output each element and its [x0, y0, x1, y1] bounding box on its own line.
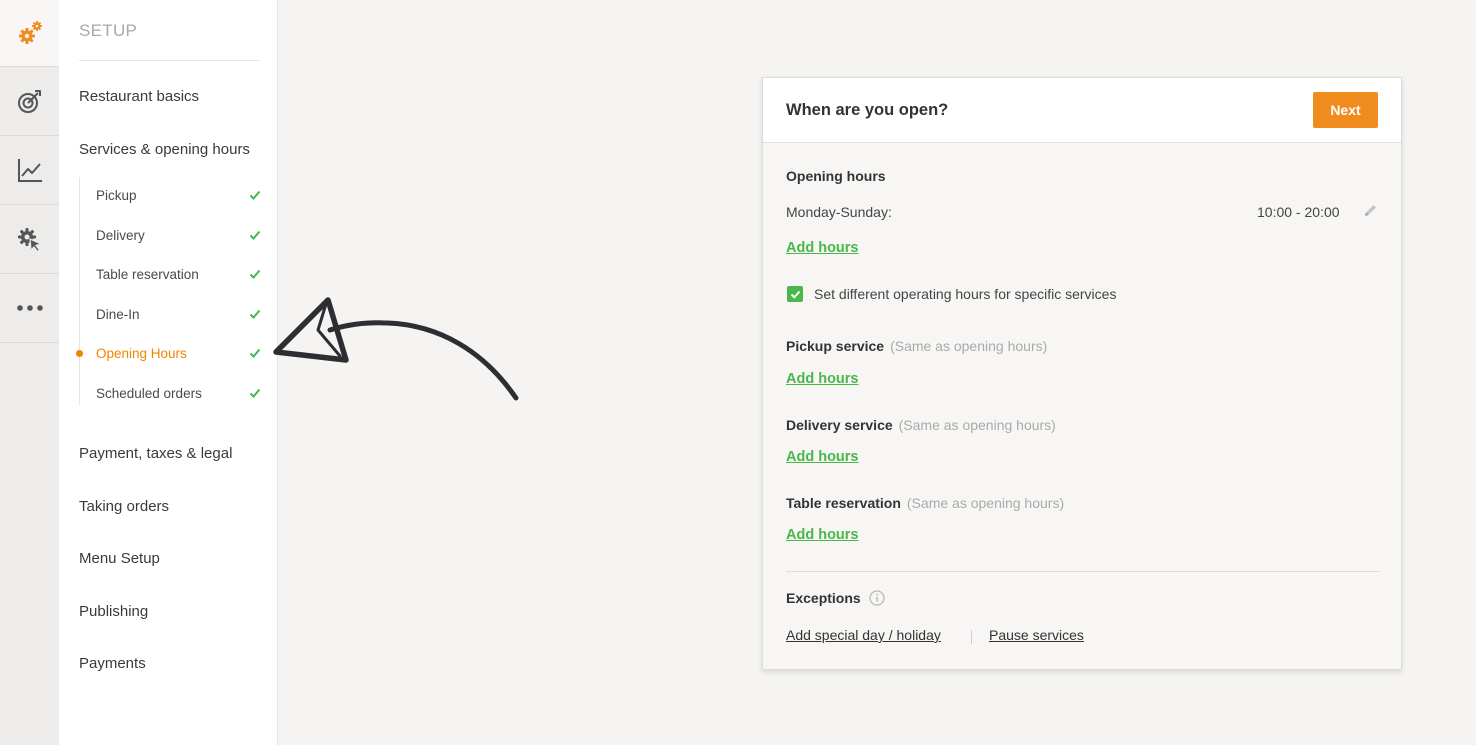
different-hours-label: Set different operating hours for specif… — [814, 286, 1117, 302]
different-hours-checkbox[interactable] — [787, 286, 803, 302]
pickup-add-hours-link[interactable]: Add hours — [786, 371, 859, 387]
more-icon — [16, 305, 43, 311]
pencil-icon[interactable] — [1363, 203, 1378, 218]
subnav-label: Opening Hours — [96, 345, 187, 361]
sidebar-item-services-opening-hours[interactable]: Services & opening hours — [79, 141, 250, 158]
annotation-arrow — [273, 297, 519, 401]
table-reservation-heading: Table reservation (Same as opening hours) — [786, 495, 1064, 511]
delivery-service-note: (Same as opening hours) — [898, 417, 1056, 433]
opening-time: 10:00 - 20:00 — [1257, 204, 1340, 220]
subnav-item-pickup[interactable]: Pickup — [80, 183, 261, 207]
subnav-label: Table reservation — [96, 266, 199, 282]
subnav-label: Dine-In — [96, 306, 140, 322]
setup-gears-icon — [18, 21, 42, 44]
sidebar-item-restaurant-basics[interactable]: Restaurant basics — [79, 88, 199, 105]
link-separator — [971, 630, 972, 644]
check-icon — [249, 388, 261, 398]
rail-more[interactable] — [0, 274, 59, 343]
subnav-item-table-reservation[interactable]: Table reservation — [80, 262, 261, 286]
info-icon[interactable] — [869, 590, 885, 606]
exceptions-label: Exceptions — [786, 590, 861, 606]
pickup-service-label: Pickup service — [786, 338, 885, 354]
sidebar-divider — [79, 60, 259, 61]
checkbox-check-icon — [790, 290, 800, 299]
check-icon — [249, 348, 261, 358]
table-reservation-note: (Same as opening hours) — [906, 495, 1065, 511]
opening-hours-card: When are you open? Next Opening hours Mo… — [762, 77, 1402, 670]
subnav-item-scheduled-orders[interactable]: Scheduled orders — [80, 381, 261, 405]
delivery-service-label: Delivery service — [786, 417, 893, 433]
table-reservation-add-hours-link[interactable]: Add hours — [786, 527, 859, 543]
card-header: When are you open? Next — [763, 78, 1401, 143]
sidebar-item-menu-setup[interactable]: Menu Setup — [79, 550, 160, 567]
sidebar-item-payments[interactable]: Payments — [79, 655, 146, 672]
pickup-service-heading: Pickup service (Same as opening hours) — [786, 338, 1047, 354]
subnav-item-opening-hours[interactable]: Opening Hours — [76, 341, 261, 365]
sidebar-item-payment-taxes-legal[interactable]: Payment, taxes & legal — [79, 445, 232, 462]
card-title: When are you open? — [786, 101, 949, 119]
table-reservation-label: Table reservation — [786, 495, 901, 511]
rail-setup[interactable] — [0, 0, 59, 67]
add-special-day-link[interactable]: Add special day / holiday — [786, 627, 941, 643]
marketing-gear-icon — [17, 228, 43, 253]
subnav-label: Delivery — [96, 227, 145, 243]
rail-reports[interactable] — [0, 136, 59, 205]
active-indicator-dot — [76, 350, 83, 357]
sidebar-title: SETUP — [79, 21, 138, 40]
opening-days: Monday-Sunday: — [786, 204, 892, 220]
services-subnav: Pickup Delivery Table reservation Dine-I… — [76, 177, 261, 405]
subnav-item-delivery[interactable]: Delivery — [80, 223, 261, 247]
subnav-label: Scheduled orders — [96, 385, 202, 401]
card-divider — [786, 571, 1379, 572]
sidebar-item-publishing[interactable]: Publishing — [79, 603, 148, 620]
setup-sidebar: SETUP Restaurant basics Services & openi… — [59, 0, 278, 745]
pickup-service-note: (Same as opening hours) — [890, 338, 1048, 354]
delivery-add-hours-link[interactable]: Add hours — [786, 449, 859, 465]
rail-growth[interactable] — [0, 205, 59, 274]
rail-marketing[interactable] — [0, 67, 59, 136]
delivery-service-heading: Delivery service (Same as opening hours) — [786, 417, 1056, 433]
check-icon — [249, 309, 261, 319]
check-icon — [249, 269, 261, 279]
sidebar-item-taking-orders[interactable]: Taking orders — [79, 498, 169, 515]
opening-hours-label: Opening hours — [786, 168, 886, 184]
opening-add-hours-link[interactable]: Add hours — [786, 240, 859, 256]
subnav-item-dine-in[interactable]: Dine-In — [80, 302, 261, 326]
icon-rail — [0, 0, 59, 745]
pause-services-link[interactable]: Pause services — [989, 627, 1084, 643]
subnav-label: Pickup — [96, 187, 137, 203]
next-button[interactable]: Next — [1313, 92, 1378, 128]
check-icon — [249, 230, 261, 240]
check-icon — [249, 190, 261, 200]
chart-icon — [17, 159, 42, 182]
target-icon — [17, 90, 41, 113]
